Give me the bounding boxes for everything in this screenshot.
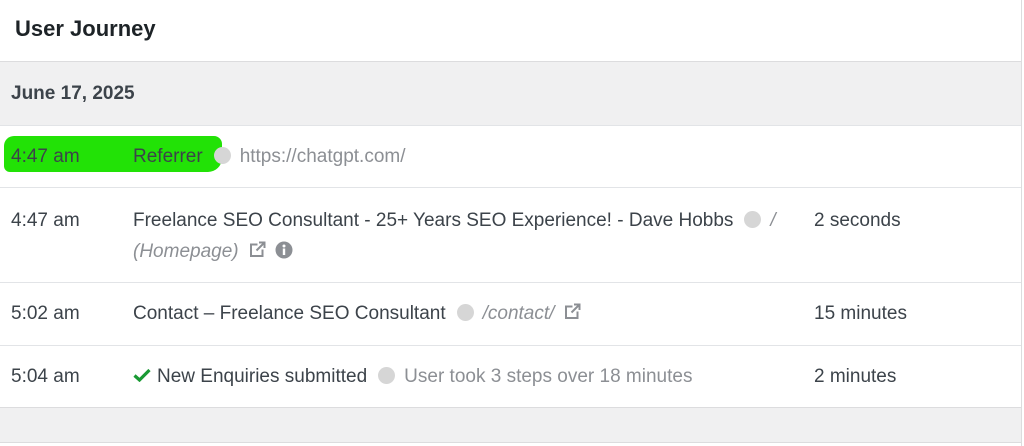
status-dot-icon bbox=[456, 303, 474, 321]
panel-footer bbox=[0, 408, 1021, 443]
conversion-summary: User took 3 steps over 18 minutes bbox=[404, 366, 693, 387]
page-path-label: (Homepage) bbox=[133, 241, 239, 262]
row-duration: 15 minutes bbox=[814, 303, 907, 324]
user-journey-panel: User Journey June 17, 2025 4:47 am Refer… bbox=[0, 0, 1022, 446]
journey-row-page: 4:47 am Freelance SEO Consultant - 25+ Y… bbox=[0, 188, 1021, 283]
external-link-icon[interactable] bbox=[563, 300, 581, 331]
journey-row-page: 5:02 am Contact – Freelance SEO Consulta… bbox=[0, 283, 1021, 346]
row-time: 4:47 am bbox=[11, 145, 80, 167]
page-path: / bbox=[770, 210, 776, 231]
row-duration: 2 seconds bbox=[814, 210, 901, 231]
status-dot-icon bbox=[744, 211, 762, 228]
row-time: 5:02 am bbox=[11, 303, 80, 324]
row-title-cell: Freelance SEO Consultant - 25+ Years SEO… bbox=[133, 205, 814, 269]
row-time: 5:04 am bbox=[11, 365, 80, 387]
row-title-cell: New Enquiries submitted User took 3 steps… bbox=[133, 361, 814, 392]
external-link-icon[interactable] bbox=[248, 238, 266, 269]
page-path: /contact/ bbox=[482, 302, 555, 324]
status-dot-icon bbox=[378, 367, 396, 384]
panel-title: User Journey bbox=[15, 15, 156, 41]
referrer-url: https://chatgpt.com/ bbox=[239, 146, 406, 167]
row-title-cell: Contact – Freelance SEO Consultant/conta… bbox=[133, 298, 814, 331]
row-duration: 2 minutes bbox=[814, 365, 897, 387]
journey-row-conversion: 5:04 am New Enquiries submitted User took… bbox=[0, 346, 1021, 408]
journey-date: June 17, 2025 bbox=[11, 82, 135, 104]
info-icon[interactable] bbox=[275, 238, 293, 269]
panel-header: User Journey bbox=[0, 0, 1021, 62]
date-group-header: June 17, 2025 bbox=[0, 62, 1021, 126]
row-title: New Enquiries submitted bbox=[157, 366, 368, 387]
row-title: Contact – Freelance SEO Consultant bbox=[133, 302, 446, 324]
status-dot-icon bbox=[213, 147, 231, 164]
row-title: Referrer bbox=[133, 146, 203, 167]
row-time: 4:47 am bbox=[11, 210, 80, 231]
check-icon bbox=[133, 366, 151, 387]
row-title-cell: Referrer https://chatgpt.com/ bbox=[133, 141, 814, 172]
row-title: Freelance SEO Consultant - 25+ Years SEO… bbox=[133, 210, 734, 231]
